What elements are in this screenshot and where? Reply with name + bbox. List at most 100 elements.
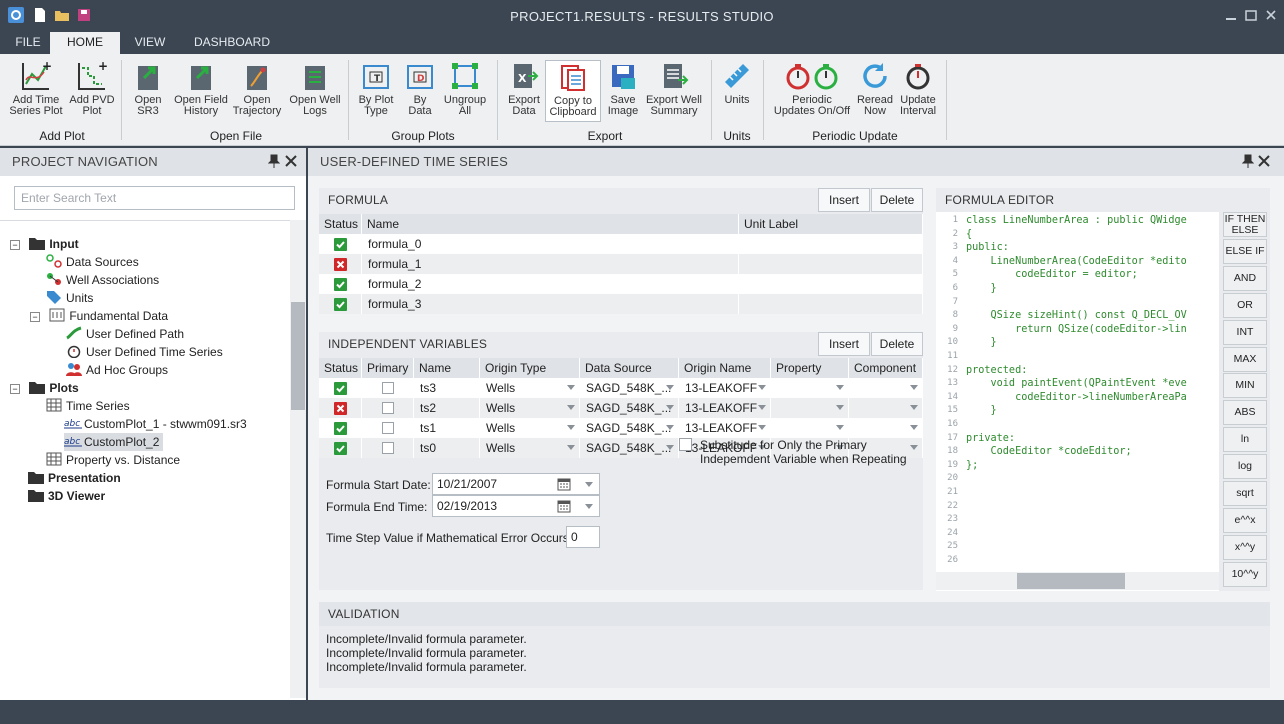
variable-name-cell[interactable]: ts0: [414, 438, 480, 458]
formula-unit-cell[interactable]: [739, 234, 923, 254]
tree-node-input[interactable]: − Input: [10, 235, 79, 253]
formula-name-cell[interactable]: formula_0: [362, 234, 739, 254]
open-well-logs-button[interactable]: Open Well Logs: [288, 60, 342, 117]
formula-start-date-input[interactable]: 10/21/2007: [432, 473, 600, 495]
column-header-name[interactable]: Name: [362, 214, 739, 234]
tab-home[interactable]: HOME: [50, 32, 120, 54]
collapse-icon[interactable]: −: [10, 240, 20, 250]
function-button[interactable]: INT: [1223, 319, 1267, 345]
variable-name-cell[interactable]: ts1: [414, 418, 480, 438]
variables-delete-button[interactable]: Delete: [871, 332, 923, 356]
function-button[interactable]: 10^^y: [1223, 561, 1267, 587]
tree-node-property-vs-distance[interactable]: Property vs. Distance: [46, 451, 180, 469]
data-source-dropdown[interactable]: SAGD_548K_...: [580, 438, 679, 458]
open-field-history-button[interactable]: Open Field History: [172, 60, 230, 117]
tree-node-user-defined-time-series[interactable]: User Defined Time Series: [66, 343, 223, 361]
formula-name-cell[interactable]: formula_2: [362, 274, 739, 294]
maximize-icon[interactable]: [1244, 8, 1258, 22]
copy-to-clipboard-button[interactable]: Copy to Clipboard: [545, 60, 601, 122]
tab-file[interactable]: FILE: [6, 32, 50, 54]
tab-dashboard[interactable]: DASHBOARD: [186, 32, 278, 54]
open-trajectory-button[interactable]: Open Trajectory: [232, 60, 282, 117]
close-panel-icon[interactable]: [1258, 148, 1270, 176]
function-button[interactable]: MAX: [1223, 346, 1267, 372]
chevron-down-icon[interactable]: [836, 385, 844, 390]
tree-node-data-sources[interactable]: Data Sources: [46, 253, 139, 271]
primary-checkbox[interactable]: [362, 438, 414, 458]
chevron-down-icon[interactable]: [836, 425, 844, 430]
function-button[interactable]: ABS: [1223, 400, 1267, 426]
chevron-down-icon[interactable]: [666, 405, 674, 410]
export-data-button[interactable]: X Export Data: [504, 60, 544, 117]
close-icon[interactable]: [1264, 8, 1278, 22]
function-button[interactable]: OR: [1223, 292, 1267, 318]
property-dropdown[interactable]: [771, 418, 849, 438]
function-button[interactable]: x^^y: [1223, 534, 1267, 560]
formula-end-time-input[interactable]: 02/19/2013: [432, 495, 600, 517]
primary-checkbox[interactable]: [362, 398, 414, 418]
chevron-down-icon[interactable]: [910, 445, 918, 450]
variable-name-cell[interactable]: ts2: [414, 398, 480, 418]
chevron-down-icon[interactable]: [910, 385, 918, 390]
add-time-series-plot-button[interactable]: + Add Time Series Plot: [8, 60, 64, 117]
ungroup-all-button[interactable]: Ungroup All: [442, 60, 488, 117]
pin-icon[interactable]: [267, 148, 281, 176]
origin-type-dropdown[interactable]: Wells: [480, 378, 580, 398]
substitute-primary-checkbox[interactable]: [679, 438, 692, 452]
tree-scrollbar-thumb[interactable]: [291, 302, 305, 410]
chevron-down-icon[interactable]: [567, 425, 575, 430]
chevron-down-icon[interactable]: [910, 425, 918, 430]
column-header-data-source[interactable]: Data Source: [580, 358, 679, 378]
column-header-property[interactable]: Property: [771, 358, 849, 378]
tree-node-customplot-2[interactable]: abc CustomPlot_2: [64, 433, 164, 451]
update-interval-button[interactable]: Update Interval: [896, 60, 940, 117]
primary-checkbox[interactable]: [362, 418, 414, 438]
column-header-name[interactable]: Name: [414, 358, 480, 378]
group-by-plot-type-button[interactable]: T By Plot Type: [354, 60, 398, 117]
component-dropdown[interactable]: [849, 378, 923, 398]
editor-scrollbar-thumb[interactable]: [1017, 573, 1125, 589]
formula-name-cell[interactable]: formula_1: [362, 254, 739, 274]
formula-delete-button[interactable]: Delete: [871, 188, 923, 212]
export-well-summary-button[interactable]: Export Well Summary: [644, 60, 704, 117]
tree-node-3d-viewer[interactable]: 3D Viewer: [28, 487, 105, 505]
formula-unit-cell[interactable]: [739, 294, 923, 314]
column-header-origin-type[interactable]: Origin Type: [480, 358, 580, 378]
tree-node-user-defined-path[interactable]: User Defined Path: [66, 325, 184, 343]
column-header-component[interactable]: Component: [849, 358, 923, 378]
function-button[interactable]: log: [1223, 454, 1267, 480]
data-source-dropdown[interactable]: SAGD_548K_...: [580, 378, 679, 398]
variables-insert-button[interactable]: Insert: [818, 332, 870, 356]
pin-icon[interactable]: [1241, 148, 1255, 176]
function-button[interactable]: ln: [1223, 427, 1267, 453]
chevron-down-icon[interactable]: [585, 482, 593, 487]
chevron-down-icon[interactable]: [666, 425, 674, 430]
tree-node-units[interactable]: Units: [46, 289, 93, 307]
tree-node-ad-hoc-groups[interactable]: Ad Hoc Groups: [66, 361, 168, 379]
tree-node-fundamental-data[interactable]: − Fundamental Data: [30, 307, 168, 325]
function-button[interactable]: e^^x: [1223, 507, 1267, 533]
component-dropdown[interactable]: [849, 418, 923, 438]
property-dropdown[interactable]: [771, 398, 849, 418]
formula-unit-cell[interactable]: [739, 274, 923, 294]
column-header-status[interactable]: Status: [319, 214, 362, 234]
origin-name-dropdown[interactable]: 13-LEAKOFF: [679, 398, 771, 418]
chevron-down-icon[interactable]: [758, 425, 766, 430]
formula-unit-cell[interactable]: [739, 254, 923, 274]
tree-node-time-series[interactable]: Time Series: [46, 397, 130, 415]
column-header-status[interactable]: Status: [319, 358, 362, 378]
formula-insert-button[interactable]: Insert: [818, 188, 870, 212]
column-header-unit-label[interactable]: Unit Label: [739, 214, 923, 234]
primary-checkbox[interactable]: [362, 378, 414, 398]
tree-node-plots[interactable]: − Plots: [10, 379, 79, 397]
function-button[interactable]: AND: [1223, 265, 1267, 291]
search-input[interactable]: Enter Search Text: [14, 186, 295, 210]
property-dropdown[interactable]: [771, 378, 849, 398]
column-header-primary[interactable]: Primary: [362, 358, 414, 378]
function-button[interactable]: MIN: [1223, 373, 1267, 399]
origin-type-dropdown[interactable]: Wells: [480, 438, 580, 458]
function-button[interactable]: IF THEN ELSE: [1223, 212, 1267, 237]
component-dropdown[interactable]: [849, 398, 923, 418]
add-pvd-plot-button[interactable]: + Add PVD Plot: [66, 60, 118, 117]
chevron-down-icon[interactable]: [666, 445, 674, 450]
